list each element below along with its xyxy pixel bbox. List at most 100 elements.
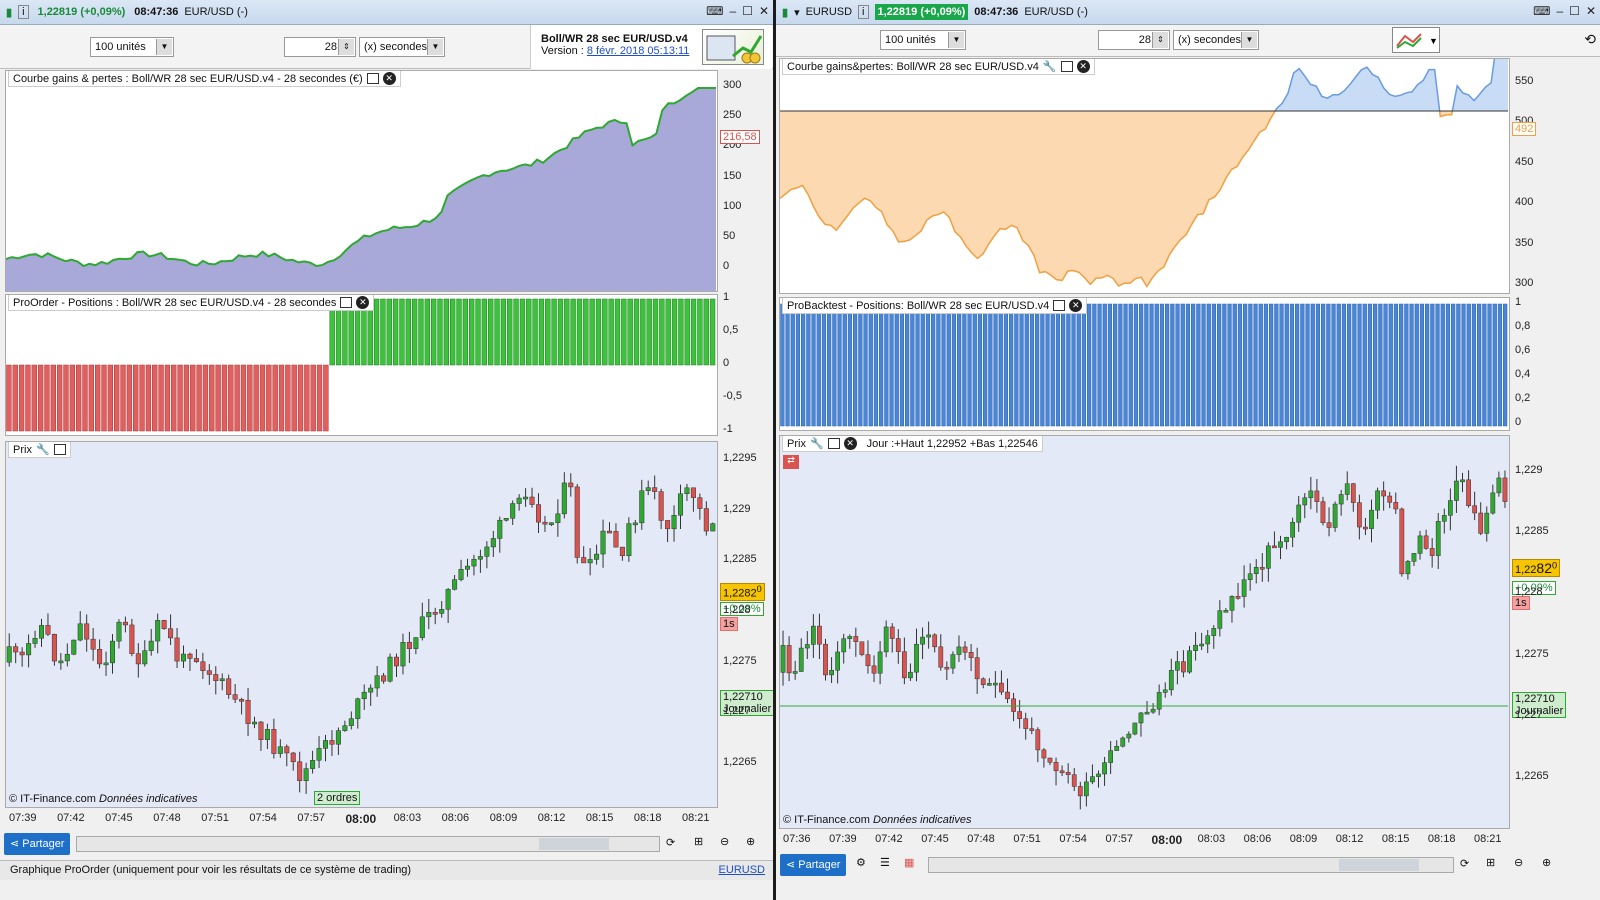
wrench-icon[interactable]: 🔧 (36, 443, 50, 456)
short-position-bar (6, 364, 12, 432)
window-icon[interactable] (340, 297, 353, 308)
window-icon[interactable] (827, 438, 840, 449)
backtest-report-icon[interactable] (702, 29, 764, 65)
indicator-icon[interactable]: ⚙ (856, 856, 866, 869)
short-position-bar (253, 364, 259, 432)
zoom-fit-icon[interactable]: ⊞ (1486, 856, 1495, 869)
zoom-in-icon[interactable]: ⊕ (1542, 856, 1551, 869)
sync-icon[interactable]: ⇄ (783, 455, 799, 469)
close-icon[interactable]: ✕ (382, 72, 396, 85)
bullish-candle (180, 653, 187, 662)
period-stepper[interactable]: 28 ⇕ (284, 37, 356, 57)
close-icon[interactable]: ✕ (1076, 60, 1090, 73)
bullish-candle (361, 691, 367, 700)
position-bar (1050, 303, 1055, 427)
zoom-in-icon[interactable]: ⊕ (746, 835, 755, 848)
bullish-candle (908, 671, 913, 679)
right-title-symbol[interactable]: EURUSD (806, 6, 852, 18)
wrench-icon[interactable]: 🔧 (1043, 60, 1057, 73)
units-select[interactable]: 100 unités ▼ (880, 30, 966, 50)
version-date-link[interactable]: 8 févr. 2018 05:13:11 (587, 45, 690, 57)
long-position-bar (418, 298, 424, 366)
period-unit-select[interactable]: (x) secondes ▼ (1173, 30, 1259, 50)
maximize-icon[interactable]: ☐ (742, 4, 753, 18)
symbol-link[interactable]: EURUSD (719, 864, 765, 876)
horizontal-scrollbar[interactable] (928, 857, 1454, 873)
position-bar (1399, 303, 1404, 427)
long-position-bar (621, 298, 627, 366)
chevron-down-icon[interactable]: ▾ (794, 6, 800, 19)
bearish-candle (613, 531, 619, 548)
long-position-bar (430, 298, 437, 366)
right-title-price: 1,22819 (+0,09%) (874, 4, 969, 20)
keyboard-icon[interactable]: ⌨ (1533, 4, 1550, 18)
left-positions-panel: ProOrder - Positions : Boll/WR 28 sec EU… (5, 294, 718, 436)
bearish-candle (129, 624, 135, 654)
position-bar (1019, 303, 1024, 427)
close-icon[interactable]: ✕ (356, 296, 370, 309)
wrench-icon[interactable]: 🔧 (810, 437, 824, 450)
short-position-bar (297, 364, 304, 432)
bearish-candle (239, 699, 245, 702)
y-tick-label: 1,2285 (1515, 525, 1549, 538)
zoom-out-icon[interactable]: ⊖ (1514, 856, 1523, 869)
bullish-candle (1168, 670, 1174, 691)
window-icon[interactable] (1053, 300, 1066, 311)
share-button[interactable]: ⋖ Partager (4, 833, 71, 855)
window-icon[interactable] (1060, 61, 1073, 72)
backtest-button[interactable]: ▼ (1392, 27, 1440, 53)
y-tick-label: 0,8 (1515, 320, 1531, 332)
maximize-icon[interactable]: ☐ (1569, 4, 1580, 18)
list-icon[interactable]: ☰ (880, 856, 890, 869)
window-icon[interactable] (366, 73, 379, 84)
position-bar (1123, 303, 1128, 427)
close-icon[interactable]: ✕ (843, 437, 857, 450)
zoom-fit-icon[interactable]: ⊞ (694, 835, 703, 848)
close-icon[interactable]: ✕ (759, 4, 769, 18)
keyboard-icon[interactable]: ⌨ (706, 4, 723, 18)
period-stepper[interactable]: 28 ⇕ (1098, 30, 1170, 50)
position-bar (1451, 303, 1456, 427)
y-tick-label: 0 (1515, 416, 1522, 428)
bearish-candle (161, 620, 167, 629)
y-tick-label: 1,2275 (1515, 647, 1549, 660)
period-value: 28 (324, 41, 337, 53)
window-icon[interactable] (53, 444, 66, 455)
bullish-candle (1217, 610, 1223, 629)
bullish-candle (986, 683, 992, 686)
close-icon[interactable]: ✕ (1586, 4, 1596, 18)
zoom-out-icon[interactable]: ⊖ (720, 835, 729, 848)
units-select[interactable]: 100 unités ▼ (90, 37, 174, 57)
position-bar (1066, 303, 1071, 427)
short-position-bar (285, 364, 291, 432)
position-bar (1170, 303, 1175, 427)
daily-price: 1,22710 (1515, 693, 1555, 705)
bearish-candle (206, 670, 212, 675)
left-title-symbol: EUR/USD (-) (184, 6, 248, 18)
period-unit-select[interactable]: (x) secondes ▼ (359, 37, 445, 57)
scroll-thumb[interactable] (1339, 859, 1419, 871)
bullish-candle (1187, 650, 1192, 673)
bullish-candle (561, 482, 567, 515)
auto-scale-icon[interactable]: ⟳ (1460, 857, 1469, 870)
close-icon[interactable]: ✕ (1069, 299, 1083, 312)
scroll-thumb[interactable] (539, 838, 609, 850)
minimize-icon[interactable]: – (1556, 4, 1563, 18)
minimize-icon[interactable]: – (729, 4, 736, 18)
refresh-icon[interactable]: ⟲ (1584, 31, 1596, 48)
bullish-candle (32, 638, 38, 644)
short-position-bar (120, 364, 126, 432)
stepper-icon[interactable]: ⇕ (338, 39, 354, 55)
bearish-candle (1181, 661, 1186, 673)
orders-badge[interactable]: 2 ordres (314, 791, 361, 805)
position-bar (1471, 303, 1477, 427)
horizontal-scrollbar[interactable] (76, 836, 660, 852)
share-button[interactable]: ⋖ Partager (780, 854, 847, 876)
auto-scale-icon[interactable]: ⟳ (666, 836, 675, 849)
info-icon[interactable]: i (858, 5, 869, 19)
bearish-candle (13, 646, 19, 653)
orders-icon[interactable]: ▦ (904, 856, 914, 869)
info-icon[interactable]: i (18, 5, 29, 19)
stepper-icon[interactable]: ⇕ (1152, 32, 1168, 48)
bearish-candle (1350, 483, 1356, 503)
